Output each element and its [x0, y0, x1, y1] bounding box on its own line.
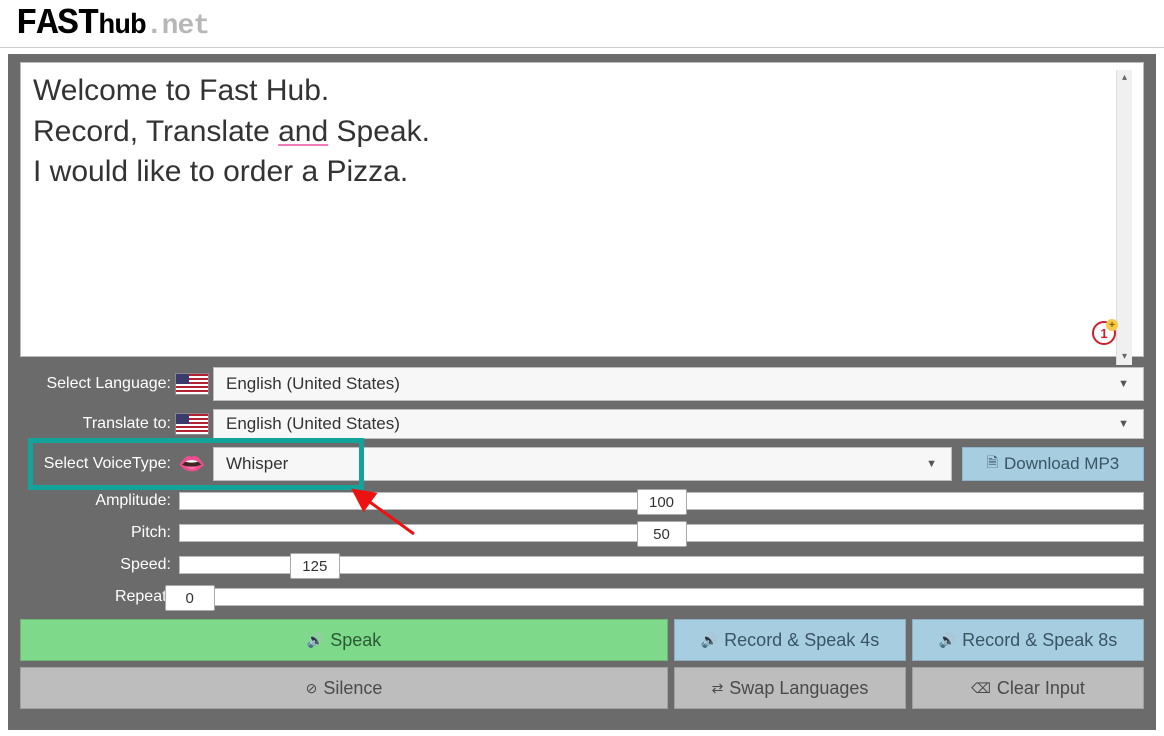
action-buttons: 🔊 Speak ⊘ Silence 🔊 Record & Speak 4s ⇄ … [20, 619, 1144, 709]
language-select-value: English (United States) [226, 374, 400, 394]
record-8s-button[interactable]: 🔊 Record & Speak 8s [912, 619, 1144, 661]
amplitude-label: Amplitude [20, 492, 175, 510]
logo-net: .net [146, 11, 209, 42]
vertical-scrollbar[interactable] [1116, 70, 1132, 365]
row-speed: Speed 125 [20, 551, 1144, 579]
repeat-handle[interactable]: 0 [165, 585, 215, 611]
amplitude-handle[interactable]: 100 [637, 489, 687, 515]
language-label: Select Language [20, 375, 175, 393]
spellcheck-underline: and [278, 115, 328, 148]
speaker-icon: 🔊 [939, 632, 956, 649]
file-icon: 🗎 [987, 452, 998, 476]
app-container: Welcome to Fast Hub. Record, Translate a… [8, 54, 1156, 730]
chevron-down-icon: ▼ [926, 458, 937, 470]
row-voice: Select VoiceType 👄 Whisper ▼ 🗎 Download … [20, 447, 1144, 481]
editor-wrap: Welcome to Fast Hub. Record, Translate a… [20, 62, 1144, 357]
speed-handle[interactable]: 125 [290, 553, 340, 579]
row-pitch: Pitch 50 [20, 519, 1144, 547]
editor-line: Welcome to Fast Hub. [33, 71, 1131, 112]
notification-badge[interactable]: 1 [1092, 321, 1116, 345]
speaker-icon: 🔊 [701, 632, 718, 649]
amplitude-slider[interactable]: 100 [179, 492, 1144, 510]
row-language: Select Language English (United States) … [20, 367, 1144, 401]
site-logo[interactable]: FAST hub .net [16, 3, 209, 44]
row-translate: Translate to English (United States) ▼ [20, 407, 1144, 441]
speaker-icon: 🔊 [307, 632, 324, 649]
translate-label: Translate to [20, 415, 175, 433]
language-select[interactable]: English (United States) ▼ [213, 367, 1144, 401]
translate-select[interactable]: English (United States) ▼ [213, 409, 1144, 439]
record-4s-button[interactable]: 🔊 Record & Speak 4s [674, 619, 906, 661]
speed-label: Speed [20, 556, 175, 574]
translate-select-value: English (United States) [226, 414, 400, 434]
row-amplitude: Amplitude 100 [20, 487, 1144, 515]
editor-line: Record, Translate and Speak. [33, 112, 1131, 153]
pitch-slider[interactable]: 50 [179, 524, 1144, 542]
speed-slider[interactable]: 125 [179, 556, 1144, 574]
voice-label: Select VoiceType [20, 455, 175, 473]
silence-button[interactable]: ⊘ Silence [20, 667, 668, 709]
mute-icon: ⊘ [306, 680, 318, 697]
chevron-down-icon: ▼ [1118, 418, 1129, 430]
us-flag-icon [175, 413, 209, 435]
logo-hub: hub [98, 11, 145, 42]
swap-icon: ⇄ [712, 680, 724, 697]
speak-button[interactable]: 🔊 Speak [20, 619, 668, 661]
repeat-slider[interactable]: 0 [179, 588, 1144, 606]
text-input-area[interactable]: Welcome to Fast Hub. Record, Translate a… [20, 62, 1144, 357]
repeat-label: Repeat [20, 588, 175, 606]
pitch-label: Pitch [20, 524, 175, 542]
editor-line: I would like to order a Pizza. [33, 152, 1131, 193]
pitch-handle[interactable]: 50 [637, 521, 687, 547]
clear-input-button[interactable]: ⌫ Clear Input [912, 667, 1144, 709]
us-flag-icon [175, 373, 209, 395]
download-mp3-button[interactable]: 🗎 Download MP3 [962, 447, 1144, 481]
lips-icon: 👄 [175, 453, 209, 475]
row-repeat: Repeat 0 [20, 583, 1144, 611]
controls: Select Language English (United States) … [20, 367, 1144, 611]
logo-fast: FAST [16, 3, 98, 44]
chevron-down-icon: ▼ [1118, 378, 1129, 390]
voice-select-value: Whisper [226, 454, 288, 474]
voice-select[interactable]: Whisper ▼ [213, 447, 952, 481]
clear-icon: ⌫ [971, 680, 991, 697]
site-header: FAST hub .net [0, 0, 1164, 48]
swap-languages-button[interactable]: ⇄ Swap Languages [674, 667, 906, 709]
